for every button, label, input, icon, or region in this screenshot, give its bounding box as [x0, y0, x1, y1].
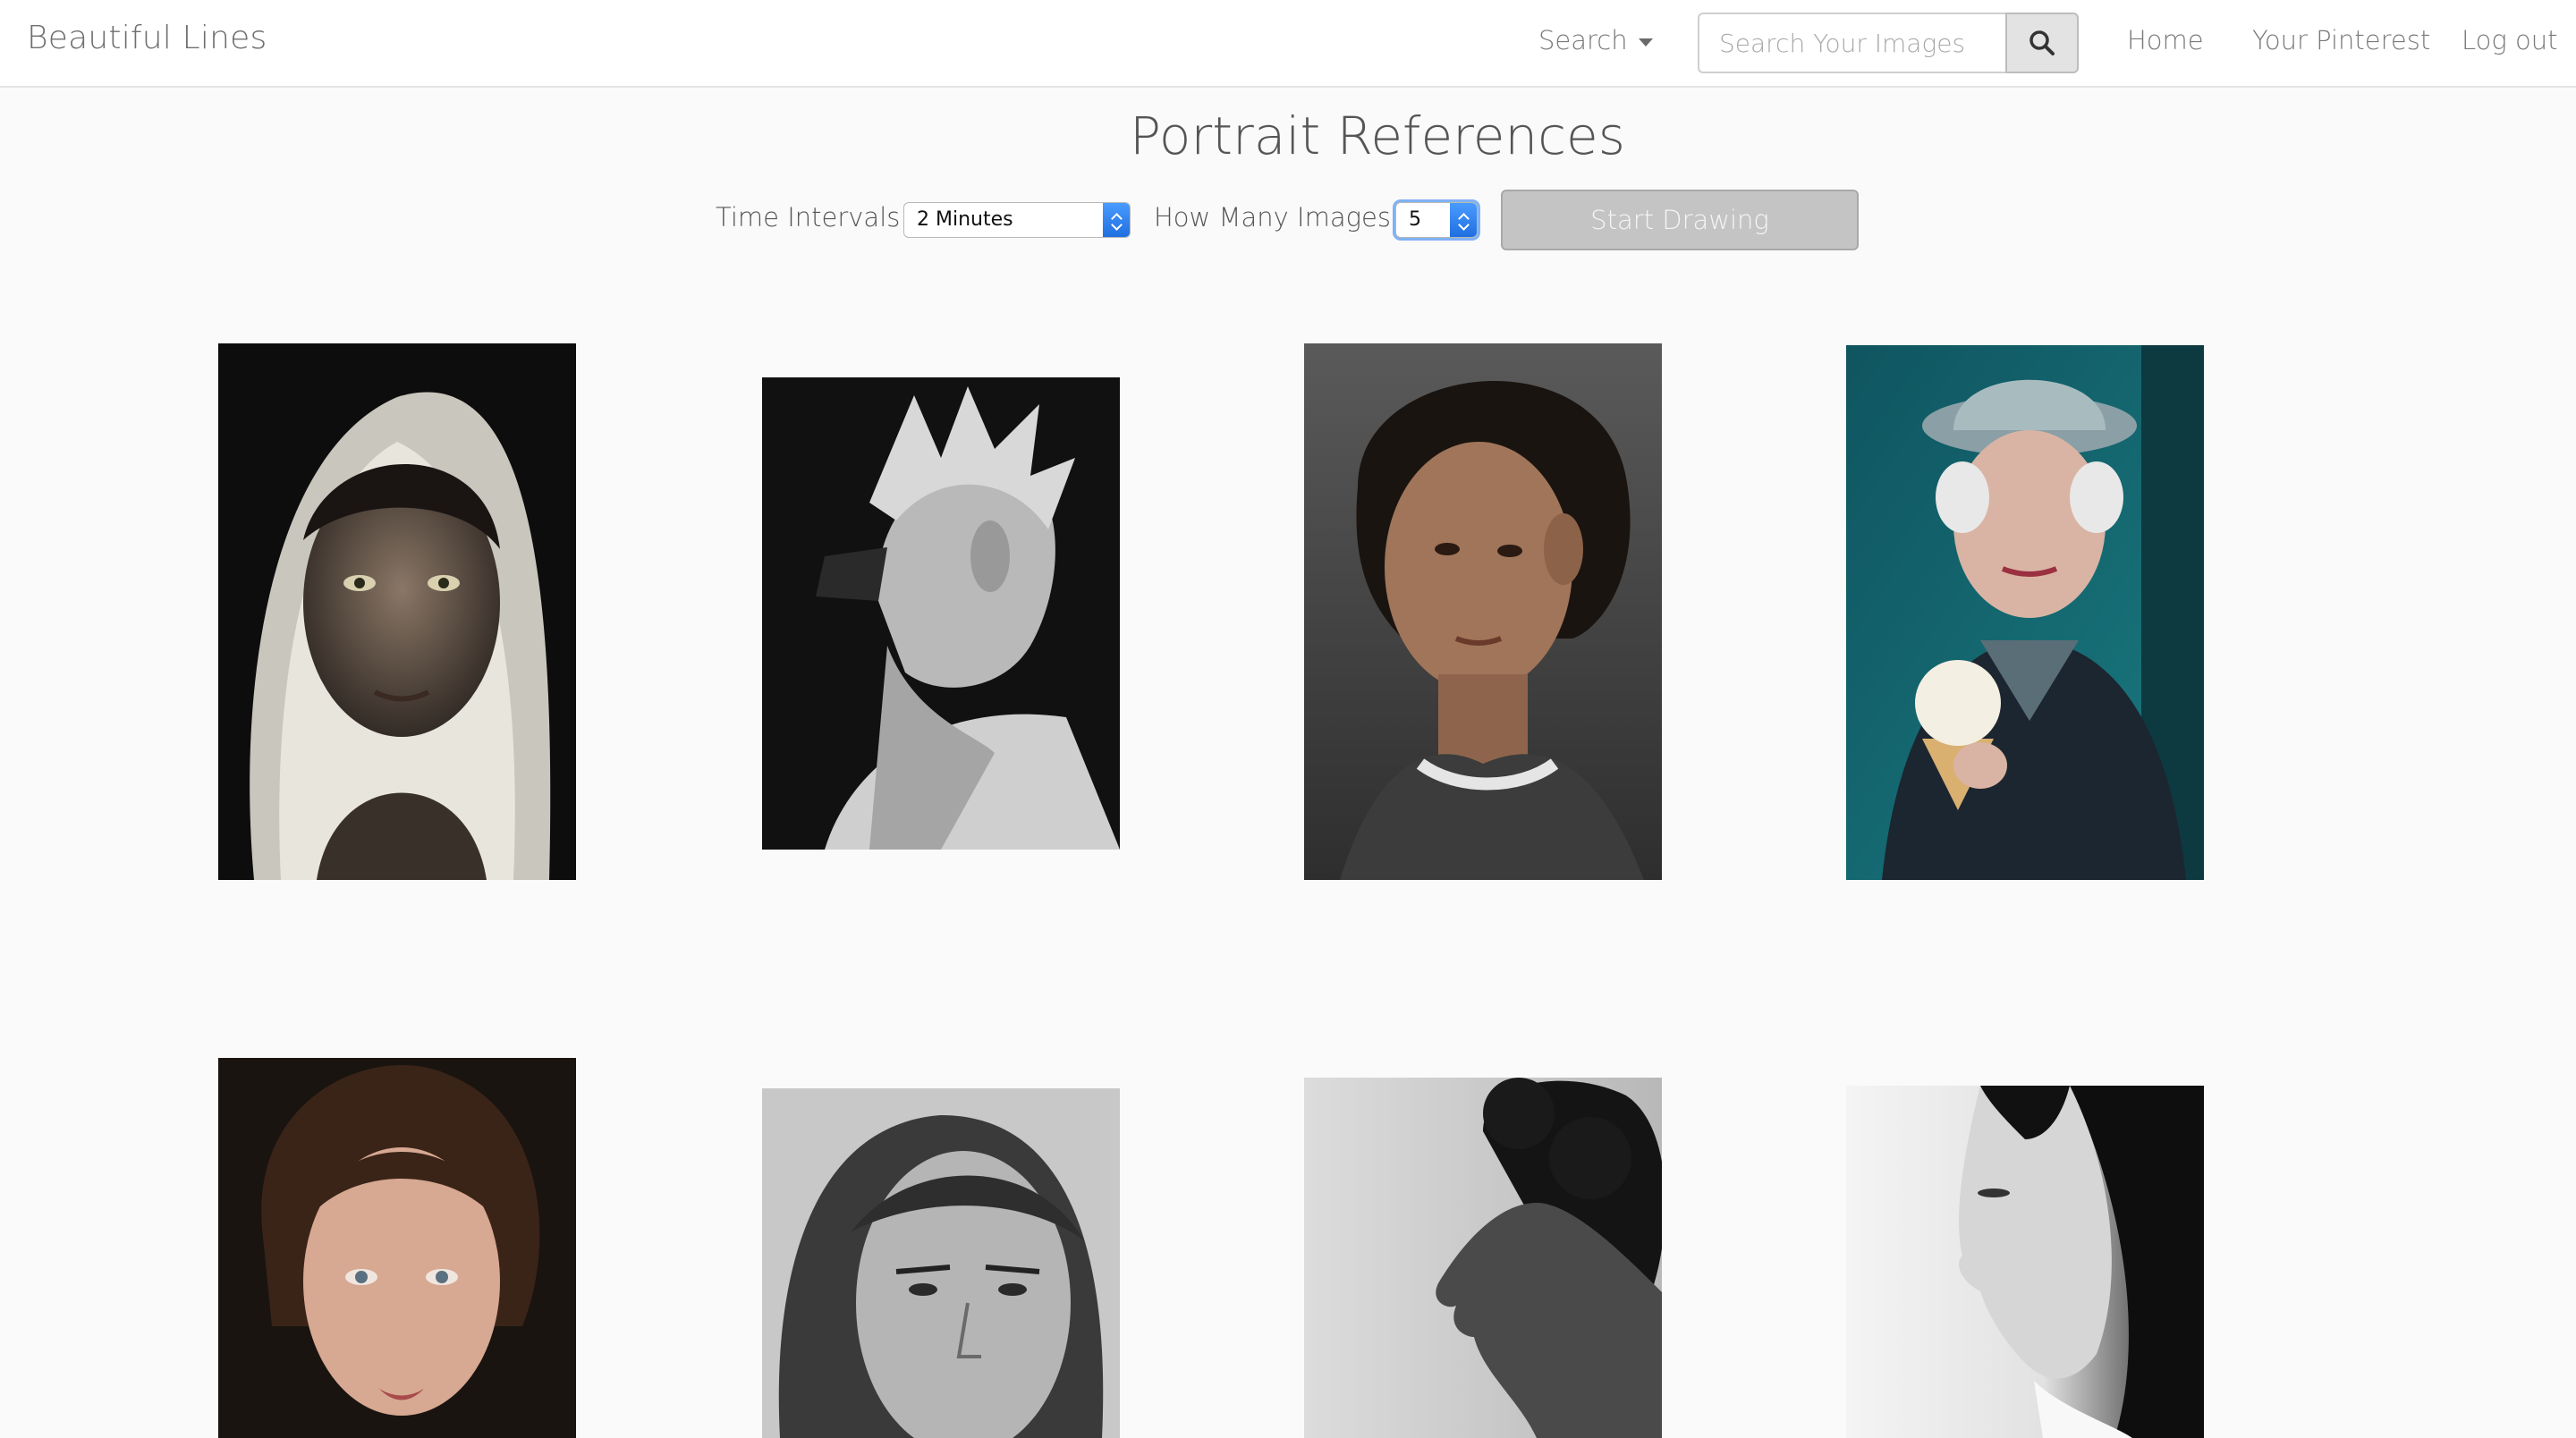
search-dropdown-label: Search — [1538, 25, 1628, 55]
image-card[interactable] — [218, 343, 576, 880]
portrait-headscarf-woman — [218, 343, 576, 880]
search-input[interactable] — [1698, 13, 2005, 73]
image-card[interactable] — [218, 1058, 576, 1438]
image-card[interactable] — [1846, 345, 2204, 880]
search-group — [1698, 13, 2079, 73]
time-interval-value: 2 Minutes — [917, 208, 1013, 231]
portrait-profile-curly — [1304, 1078, 1662, 1438]
page-title: Portrait References — [1130, 106, 1625, 166]
portrait-asian-woman-profile — [1846, 1086, 2204, 1438]
image-count-value: 5 — [1409, 208, 1421, 231]
select-arrows-icon — [1450, 203, 1477, 237]
search-icon — [2029, 30, 2055, 55]
start-drawing-button[interactable]: Start Drawing — [1501, 190, 1859, 250]
brand-logo[interactable]: Beautiful Lines — [27, 20, 267, 56]
image-card[interactable] — [762, 1088, 1120, 1438]
search-button[interactable] — [2005, 13, 2079, 73]
time-interval-select[interactable]: 2 Minutes — [903, 202, 1131, 238]
portrait-woman-bw-frown — [762, 1088, 1120, 1438]
nav-link-logout[interactable]: Log out — [2462, 25, 2558, 55]
portrait-elderly-woman-ice-cream — [1846, 345, 2204, 880]
portrait-curly-hair-woman — [1304, 343, 1662, 880]
portrait-screaming-man — [762, 377, 1120, 850]
nav-link-home[interactable]: Home — [2127, 25, 2204, 55]
drawing-controls: Time Intervals: 2 Minutes How Many Image… — [0, 190, 2576, 252]
time-intervals-label: Time Intervals: — [716, 202, 910, 233]
select-arrows-icon — [1103, 203, 1130, 237]
image-card[interactable] — [1304, 1078, 1662, 1438]
how-many-images-label: How Many Images: — [1154, 202, 1400, 233]
caret-down-icon — [1638, 38, 1653, 47]
image-card[interactable] — [1304, 343, 1662, 880]
image-card[interactable] — [1846, 1086, 2204, 1438]
image-count-select[interactable]: 5 — [1395, 202, 1478, 238]
search-dropdown[interactable]: Search — [1538, 25, 1653, 55]
portrait-woman-freckles — [218, 1058, 576, 1438]
image-card[interactable] — [762, 377, 1120, 850]
nav-link-your-pinterest[interactable]: Your Pinterest — [2252, 25, 2430, 55]
navbar: Beautiful Lines Search Home Your Pintere… — [0, 0, 2576, 88]
